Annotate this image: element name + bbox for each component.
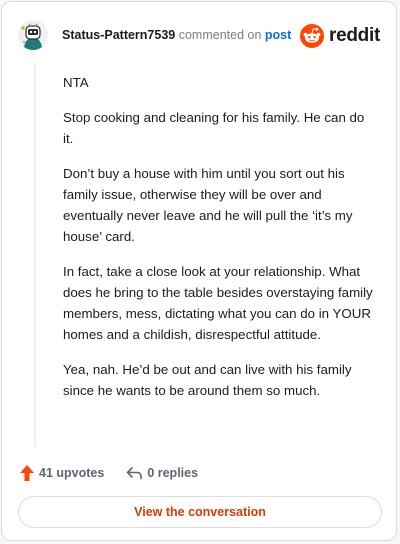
reddit-logo-icon bbox=[300, 24, 325, 48]
user-avatar[interactable] bbox=[18, 20, 48, 50]
snoo-avatar-icon bbox=[18, 20, 48, 50]
upvote-count: 41 upvotes bbox=[39, 466, 105, 480]
comment-paragraph: Stop cooking and cleaning for his family… bbox=[63, 110, 365, 146]
thread-line bbox=[34, 64, 36, 447]
comment-paragraph: Don’t buy a house with him until you sor… bbox=[63, 166, 353, 244]
username-link[interactable]: Status-Pattern7539 bbox=[62, 28, 175, 42]
comment-meta: Status-Pattern7539 commented on post bbox=[62, 28, 291, 42]
comment-header: Status-Pattern7539 commented on post red… bbox=[18, 18, 380, 52]
comment-paragraph: Yea, nah. He’d be out and can live with … bbox=[63, 362, 352, 398]
comment-paragraph: NTA bbox=[63, 75, 89, 90]
upvote-button[interactable]: 41 upvotes bbox=[20, 465, 104, 481]
comment-paragraph: In fact, take a close look at your relat… bbox=[63, 264, 373, 342]
reddit-brand[interactable]: reddit bbox=[300, 23, 380, 49]
reply-button[interactable]: 0 replies bbox=[126, 466, 198, 480]
reply-count: 0 replies bbox=[147, 466, 199, 480]
comment-actions: 41 upvotes 0 replies bbox=[20, 463, 198, 483]
reddit-wordmark: reddit bbox=[329, 25, 380, 46]
post-link[interactable]: post bbox=[265, 28, 291, 42]
reply-arrow-icon bbox=[127, 467, 143, 480]
comment-card: Status-Pattern7539 commented on post red… bbox=[1, 1, 397, 541]
commented-on-label: commented on bbox=[178, 28, 262, 42]
upvote-arrow-icon bbox=[20, 465, 34, 481]
view-conversation-button[interactable]: View the conversation bbox=[18, 496, 382, 528]
comment-body: NTA Stop cooking and cleaning for his fa… bbox=[63, 72, 373, 415]
